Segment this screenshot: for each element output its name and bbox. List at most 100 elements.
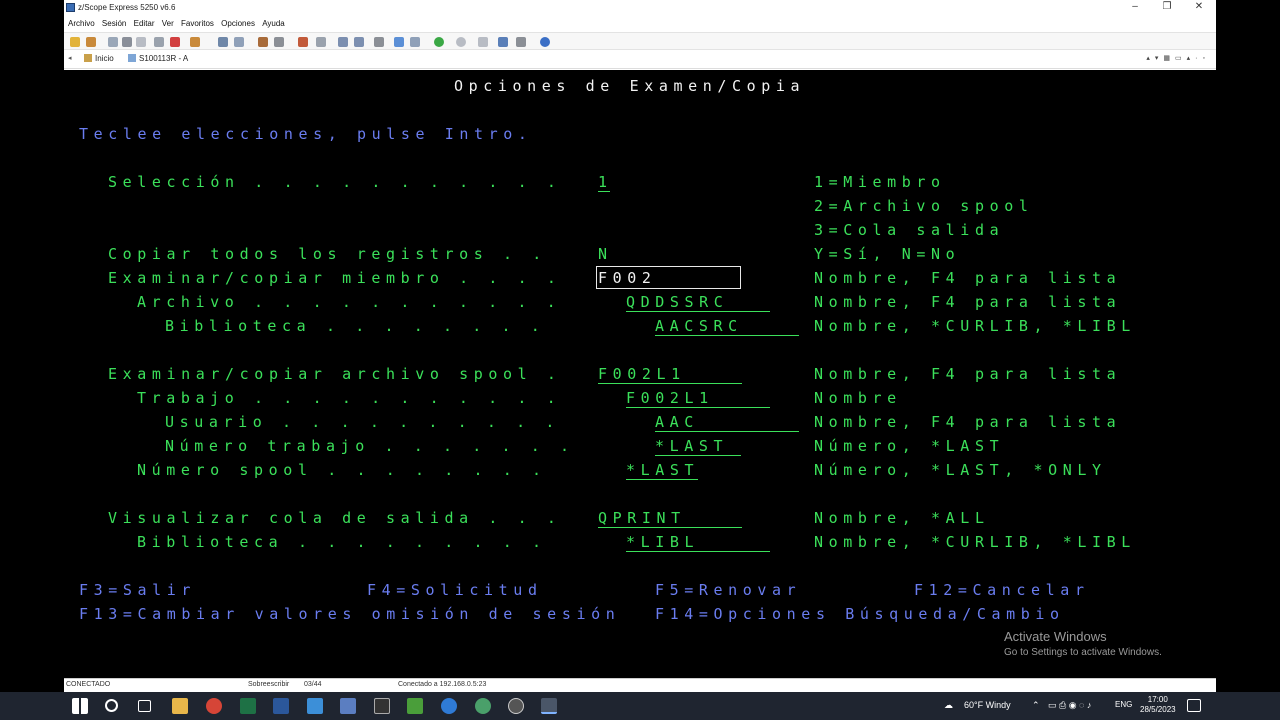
word-icon[interactable]	[273, 698, 289, 714]
record-icon[interactable]	[298, 37, 308, 47]
input-examinar-miembro[interactable]: F002	[598, 269, 657, 287]
weather-text[interactable]: 60°F Windy	[964, 700, 1011, 710]
fkey-f5[interactable]: F5=Renovar	[655, 581, 801, 599]
system-clock[interactable]: 17:00 28/5/2023	[1140, 695, 1176, 715]
fkey-f13[interactable]: F13=Cambiar valores omisión de sesión	[79, 605, 620, 623]
tray-chevron-icon[interactable]: ⌃	[1032, 700, 1040, 711]
input-biblioteca-miembro[interactable]: AACSRC	[655, 317, 799, 336]
input-biblioteca-cola[interactable]: *LIBL	[626, 533, 770, 552]
refresh-icon[interactable]	[478, 37, 488, 47]
search-icon[interactable]	[338, 37, 348, 47]
connect-icon[interactable]	[70, 37, 80, 47]
page-icon[interactable]	[234, 37, 244, 47]
zscope-taskbar-icon[interactable]	[541, 698, 557, 714]
menu-ayuda[interactable]: Ayuda	[262, 16, 285, 31]
screen-icon[interactable]	[498, 37, 508, 47]
hint-biblioteca-miembro: Nombre, *CURLIB, *LIBL	[814, 317, 1136, 335]
input-copiar-todos[interactable]: N	[598, 245, 613, 263]
play-icon[interactable]	[434, 37, 444, 47]
open-icon[interactable]	[190, 37, 200, 47]
tray-icons[interactable]: ▭ ⎙ ◉ ◌ ♪	[1048, 700, 1091, 711]
menu-favoritos[interactable]: Favoritos	[181, 16, 214, 31]
find-icon[interactable]	[354, 37, 364, 47]
menu-editar[interactable]: Editar	[134, 16, 155, 31]
label-copiar-todos: Copiar todos los registros . .	[108, 245, 547, 263]
menu-opciones[interactable]: Opciones	[221, 16, 255, 31]
label-biblioteca-miembro: Biblioteca . . . . . . . .	[165, 317, 546, 335]
fkey-f3[interactable]: F3=Salir	[79, 581, 196, 599]
session-tab-bar: ◂ Inicio S100113R - A ▴▾▦▭▴·◦	[64, 51, 1216, 69]
weather-icon[interactable]: ☁	[944, 700, 953, 711]
disconnect-icon[interactable]	[86, 37, 96, 47]
edge-icon[interactable]	[441, 698, 457, 714]
fkey-f12[interactable]: F12=Cancelar	[914, 581, 1090, 599]
calculator-icon[interactable]	[340, 698, 356, 714]
input-archivo[interactable]: QDDSSRC	[626, 293, 770, 312]
activate-windows-title: Activate Windows	[1004, 629, 1107, 644]
input-seleccion[interactable]: 1	[598, 173, 610, 192]
app-icon-1[interactable]	[307, 698, 323, 714]
file-explorer-icon[interactable]	[172, 698, 188, 714]
app-icon-2[interactable]	[407, 698, 423, 714]
label-trabajo: Trabajo . . . . . . . . . . .	[137, 389, 562, 407]
chrome-icon[interactable]	[206, 698, 222, 714]
input-visualizar-cola[interactable]: QPRINT	[598, 509, 742, 528]
hint-seleccion-3: 3=Cola salida	[814, 221, 1005, 239]
keyboard-icon[interactable]	[394, 37, 404, 47]
delete-icon[interactable]	[170, 37, 180, 47]
label-biblioteca-cola: Biblioteca . . . . . . . . .	[137, 533, 547, 551]
printer-icon[interactable]	[374, 37, 384, 47]
label-usuario: Usuario . . . . . . . . . .	[165, 413, 561, 431]
input-examinar-spool[interactable]: F002L1	[598, 365, 742, 384]
input-numero-trabajo[interactable]: *LAST	[655, 437, 741, 456]
settings-icon[interactable]	[274, 37, 284, 47]
excel-icon[interactable]	[240, 698, 256, 714]
help-icon[interactable]	[540, 37, 550, 47]
label-visualizar-cola: Visualizar cola de salida . . .	[108, 509, 562, 527]
windows-taskbar: ☁ 60°F Windy ⌃ ▭ ⎙ ◉ ◌ ♪ ENG 17:00 28/5/…	[0, 692, 1280, 720]
tab-scroll-left-icon[interactable]: ◂	[68, 54, 72, 62]
hint-visualizar-cola: Nombre, *ALL	[814, 509, 990, 527]
task-view-icon[interactable]	[138, 700, 151, 712]
hint-seleccion-1: 1=Miembro	[814, 173, 946, 191]
close-button[interactable]: ✕	[1184, 1, 1214, 15]
tab-bar-tools[interactable]: ▴▾▦▭▴·◦	[1146, 54, 1210, 62]
menu-sesion[interactable]: Sesión	[102, 16, 126, 31]
app-icon-4[interactable]	[508, 698, 524, 714]
fkey-f4[interactable]: F4=Solicitud	[367, 581, 543, 599]
fkey-f14[interactable]: F14=Opciones Búsqueda/Cambio	[655, 605, 1065, 623]
keymap-icon[interactable]	[410, 37, 420, 47]
hint-copiar-todos: Y=Sí, N=No	[814, 245, 961, 263]
input-numero-spool[interactable]: *LAST	[626, 461, 698, 480]
hint-seleccion-2: 2=Archivo spool	[814, 197, 1034, 215]
app-icon-3[interactable]	[475, 698, 491, 714]
terminal-icon[interactable]	[374, 698, 390, 714]
status-host: Conectado a 192.168.0.5:23	[398, 681, 487, 688]
input-trabajo[interactable]: F002L1	[626, 389, 770, 408]
cut-icon[interactable]	[122, 37, 132, 47]
macro-icon[interactable]	[258, 37, 268, 47]
hint-numero-spool: Número, *LAST, *ONLY	[814, 461, 1107, 479]
tab-inicio[interactable]: Inicio	[80, 54, 118, 63]
input-usuario[interactable]: AAC	[655, 413, 799, 432]
tools-icon[interactable]	[316, 37, 326, 47]
minimize-button[interactable]: –	[1120, 1, 1150, 15]
restore-button[interactable]: ❐	[1152, 1, 1182, 15]
tab-session[interactable]: S100113R - A	[124, 54, 192, 63]
menu-archivo[interactable]: Archivo	[68, 16, 95, 31]
print-icon[interactable]	[218, 37, 228, 47]
clock-time: 17:00	[1147, 695, 1168, 704]
stop-icon[interactable]	[456, 37, 466, 47]
status-connection: CONECTADO	[66, 681, 111, 688]
layout-icon[interactable]	[516, 37, 526, 47]
search-icon[interactable]	[105, 699, 118, 712]
language-indicator[interactable]: ENG	[1115, 700, 1132, 709]
notification-icon[interactable]	[1187, 699, 1201, 712]
label-archivo: Archivo . . . . . . . . . . .	[137, 293, 562, 311]
start-icon[interactable]	[72, 698, 88, 714]
menu-ver[interactable]: Ver	[162, 16, 174, 31]
copy-icon[interactable]	[108, 37, 118, 47]
paste-icon[interactable]	[136, 37, 146, 47]
terminal-screen[interactable]: Opciones de Examen/Copia Teclee eleccion…	[64, 70, 1216, 678]
undo-icon[interactable]	[154, 37, 164, 47]
